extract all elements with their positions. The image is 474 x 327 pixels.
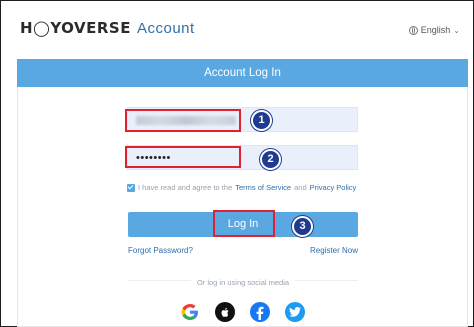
- privacy-link[interactable]: Privacy Policy: [310, 183, 357, 192]
- social-divider-text: Or log in using social media: [190, 278, 296, 287]
- twitter-icon[interactable]: [285, 302, 305, 322]
- terms-link[interactable]: Terms of Service: [235, 183, 291, 192]
- account-text: Account: [136, 19, 195, 37]
- google-icon[interactable]: [180, 302, 200, 322]
- brand-text: H◯YOVERSE: [20, 19, 131, 37]
- chevron-down-icon: ⌄: [453, 25, 460, 35]
- register-link[interactable]: Register Now: [310, 246, 358, 255]
- highlight-login: [213, 210, 275, 237]
- step-badge-3: 3: [292, 216, 313, 237]
- hoyoverse-logo: H◯YOVERSE Account: [20, 19, 195, 37]
- highlight-account: [125, 109, 241, 132]
- language-label: English: [420, 25, 451, 35]
- agree-text: I have read and agree to the: [138, 183, 233, 192]
- language-selector[interactable]: English ⌄: [408, 25, 460, 35]
- card-title: Account Log In: [17, 59, 468, 87]
- and-text: and: [294, 183, 307, 192]
- step-badge-1: 1: [251, 110, 272, 131]
- agreement-row: I have read and agree to the Terms of Se…: [127, 183, 356, 192]
- highlight-password: [125, 146, 241, 168]
- agree-checkbox[interactable]: [127, 183, 135, 192]
- forgot-password-link[interactable]: Forgot Password?: [128, 246, 193, 255]
- facebook-icon[interactable]: [250, 302, 270, 322]
- step-badge-2: 2: [260, 149, 281, 170]
- apple-icon[interactable]: [215, 302, 235, 322]
- social-divider: Or log in using social media: [0, 278, 474, 287]
- globe-icon: [408, 25, 418, 35]
